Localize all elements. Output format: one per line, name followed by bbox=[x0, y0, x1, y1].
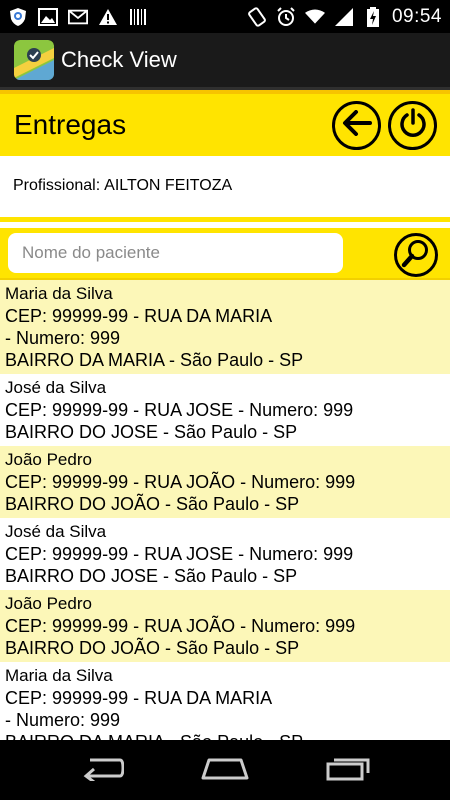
address-line: CEP: 99999-99 - RUA DA MARIA bbox=[5, 306, 273, 326]
image-icon bbox=[38, 7, 58, 27]
list-item[interactable]: João Pedro CEP: 99999-99 - RUA JOÃO - Nu… bbox=[0, 446, 450, 518]
patient-name: João Pedro bbox=[5, 450, 92, 469]
rotate-icon bbox=[247, 6, 267, 27]
patient-search-input[interactable] bbox=[8, 233, 343, 273]
address-line: CEP: 99999-99 - RUA JOSE - Numero: 999 bbox=[5, 400, 354, 420]
battery-icon bbox=[363, 6, 383, 27]
address-line: CEP: 99999-99 - RUA JOÃO - Numero: 999 bbox=[5, 616, 356, 636]
address-line: - Numero: 999 bbox=[5, 710, 121, 730]
clock-time: 09:54 bbox=[391, 5, 442, 27]
address-line: BAIRRO DO JOÃO - São Paulo - SP bbox=[5, 494, 300, 514]
patient-name: Maria da Silva bbox=[5, 666, 113, 685]
warning-icon bbox=[98, 7, 118, 27]
list-item[interactable]: José da Silva CEP: 99999-99 - RUA JOSE -… bbox=[0, 374, 450, 446]
nav-home-button[interactable] bbox=[195, 750, 255, 790]
address-line: CEP: 99999-99 - RUA DA MARIA bbox=[5, 688, 273, 708]
address-line: BAIRRO DA MARIA - São Paulo - SP bbox=[5, 731, 445, 740]
divider bbox=[0, 217, 450, 222]
barcode-icon bbox=[128, 7, 148, 27]
nav-recents-button[interactable] bbox=[318, 750, 378, 790]
address-line: BAIRRO DO JOSE - São Paulo - SP bbox=[5, 566, 298, 586]
address-line: BAIRRO DA MARIA - São Paulo - SP bbox=[5, 350, 304, 370]
list-item[interactable]: José da Silva CEP: 99999-99 - RUA JOSE -… bbox=[0, 518, 450, 590]
power-icon bbox=[398, 107, 428, 143]
back-button[interactable] bbox=[332, 100, 381, 150]
recents-icon bbox=[326, 755, 370, 786]
shield-icon bbox=[8, 7, 28, 27]
list-item[interactable]: Maria da Silva CEP: 99999-99 - RUA DA MA… bbox=[0, 662, 450, 740]
list-item[interactable]: João Pedro CEP: 99999-99 - RUA JOÃO - Nu… bbox=[0, 590, 450, 662]
gmail-icon bbox=[68, 7, 88, 27]
back-icon bbox=[80, 755, 125, 786]
search-button[interactable] bbox=[394, 233, 438, 277]
address-line: - Numero: 999 bbox=[5, 328, 121, 348]
patient-name: José da Silva bbox=[5, 378, 107, 397]
address-line: BAIRRO DO JOSE - São Paulo - SP bbox=[5, 422, 298, 442]
home-icon bbox=[201, 756, 249, 785]
wifi-icon bbox=[304, 7, 325, 27]
address-line: BAIRRO DO JOÃO - São Paulo - SP bbox=[5, 638, 300, 658]
patient-name: José da Silva bbox=[5, 522, 107, 541]
page-header: Entregas bbox=[0, 90, 450, 156]
arrow-left-icon bbox=[342, 109, 372, 141]
navigation-bar bbox=[0, 740, 450, 800]
alarm-icon bbox=[276, 6, 296, 27]
signal-icon bbox=[334, 7, 354, 27]
search-bar bbox=[0, 228, 450, 280]
status-bar: 09:54 bbox=[0, 0, 450, 33]
delivery-list: Maria da Silva CEP: 99999-99 - RUA DA MA… bbox=[0, 280, 450, 740]
address-line: CEP: 99999-99 - RUA JOÃO - Numero: 999 bbox=[5, 472, 356, 492]
nav-back-button[interactable] bbox=[72, 750, 132, 790]
profissional-section: Profissional: AILTON FEITOZA bbox=[0, 156, 450, 218]
app-title: Check View bbox=[61, 47, 177, 72]
profissional-label: Profissional: bbox=[13, 177, 101, 194]
page-title: Entregas bbox=[14, 109, 127, 140]
profissional-name: AILTON FEITOZA bbox=[104, 177, 233, 194]
app-logo-icon[interactable] bbox=[14, 40, 54, 80]
address-line: CEP: 99999-99 - RUA JOSE - Numero: 999 bbox=[5, 544, 354, 564]
search-icon bbox=[401, 238, 431, 273]
list-item[interactable]: Maria da Silva CEP: 99999-99 - RUA DA MA… bbox=[0, 280, 450, 374]
logout-button[interactable] bbox=[388, 100, 437, 150]
patient-name: João Pedro bbox=[5, 594, 92, 613]
patient-name: Maria da Silva bbox=[5, 284, 113, 303]
action-bar: Check View bbox=[0, 33, 450, 90]
